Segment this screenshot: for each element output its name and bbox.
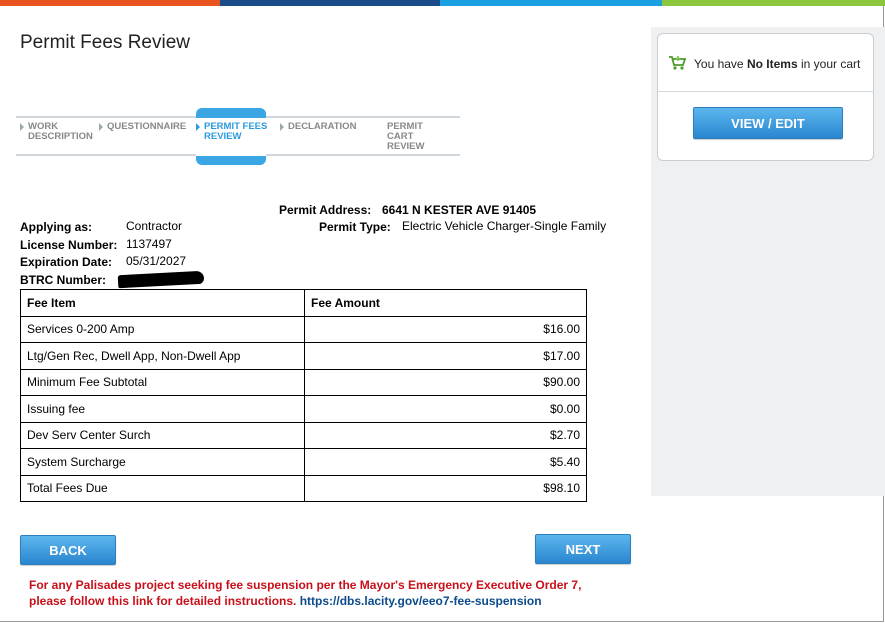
expiration-date-label: Expiration Date: [20, 255, 113, 269]
step-questionnaire[interactable]: QUESTIONNAIRE [99, 122, 186, 132]
cart-status-text: You have No Items in your cart [694, 57, 861, 71]
back-button[interactable]: BACK [20, 535, 116, 565]
fee-item-cell: Services 0-200 Amp [20, 315, 305, 343]
fee-item-cell: Dev Serv Center Surch [20, 421, 305, 449]
applying-as-label: Applying as: [20, 220, 93, 234]
chevron-right-icon [99, 123, 103, 131]
chevron-right-icon [20, 123, 24, 131]
applying-as-value: Contractor [126, 219, 183, 233]
fee-amount-cell: $2.70 [304, 421, 587, 449]
license-number-label: License Number: [20, 238, 118, 252]
fee-amount-cell: $17.00 [304, 342, 587, 370]
view-edit-cart-button[interactable]: VIEW / EDIT [693, 107, 843, 139]
permit-address-value: 6641 N KESTER AVE 91405 [382, 203, 537, 217]
step-permit-fees-review[interactable]: PERMIT FEES REVIEW [196, 122, 267, 142]
step-work-description[interactable]: WORK DESCRIPTION [20, 122, 93, 142]
next-button[interactable]: NEXT [535, 534, 631, 564]
column-header-fee-item: Fee Item [20, 289, 305, 317]
license-number-value: 1137497 [126, 237, 172, 251]
btrc-number-label: BTRC Number: [20, 273, 106, 287]
step-permit-cart-review[interactable]: PERMIT CART REVIEW [387, 122, 424, 152]
step-declaration[interactable]: DECLARATION [280, 122, 356, 132]
table-row: Issuing fee $0.00 [20, 395, 587, 423]
fee-item-cell: Issuing fee [20, 395, 305, 423]
fee-amount-cell: $16.00 [304, 315, 587, 343]
fees-table: Fee Item Fee Amount Services 0-200 Amp $… [20, 289, 587, 502]
table-row-total: Total Fees Due $98.10 [20, 474, 587, 502]
fee-amount-cell: $0.00 [304, 395, 587, 423]
fee-suspension-link[interactable]: https://dbs.lacity.gov/eeo7-fee-suspensi… [300, 594, 542, 608]
permit-address-label: Permit Address: [279, 203, 372, 217]
table-row: Dev Serv Center Surch $2.70 [20, 421, 587, 449]
permit-type-label: Permit Type: [319, 220, 391, 234]
table-header-row: Fee Item Fee Amount [20, 289, 587, 317]
fee-amount-cell: $90.00 [304, 368, 587, 396]
fee-amount-cell: $98.10 [304, 474, 587, 502]
progress-stepper: WORK DESCRIPTION QUESTIONNAIRE PERMIT FE… [16, 108, 460, 165]
fee-item-cell: Total Fees Due [20, 474, 305, 502]
cart-summary-box: You have No Items in your cart VIEW / ED… [657, 33, 874, 161]
chevron-right-icon [196, 123, 200, 131]
notice-line-1: For any Palisades project seeking fee su… [29, 578, 582, 592]
permit-type-value: Electric Vehicle Charger-Single Family [402, 219, 607, 233]
table-row: Minimum Fee Subtotal $90.00 [20, 368, 587, 396]
notice-line-2: please follow this link for detailed ins… [29, 594, 297, 608]
fee-suspension-notice: For any Palisades project seeking fee su… [29, 577, 581, 609]
page-title: Permit Fees Review [20, 32, 190, 53]
fee-item-cell: Minimum Fee Subtotal [20, 368, 305, 396]
chevron-right-icon [280, 123, 284, 131]
shopping-cart-icon [669, 56, 687, 70]
table-row: System Surcharge $5.40 [20, 448, 587, 476]
table-row: Services 0-200 Amp $16.00 [20, 315, 587, 343]
column-header-fee-amount: Fee Amount [304, 289, 587, 317]
expiration-date-value: 05/31/2027 [126, 254, 187, 268]
fee-item-cell: System Surcharge [20, 448, 305, 476]
fee-item-cell: Ltg/Gen Rec, Dwell App, Non-Dwell App [20, 342, 305, 370]
table-row: Ltg/Gen Rec, Dwell App, Non-Dwell App $1… [20, 342, 587, 370]
fee-amount-cell: $5.40 [304, 448, 587, 476]
